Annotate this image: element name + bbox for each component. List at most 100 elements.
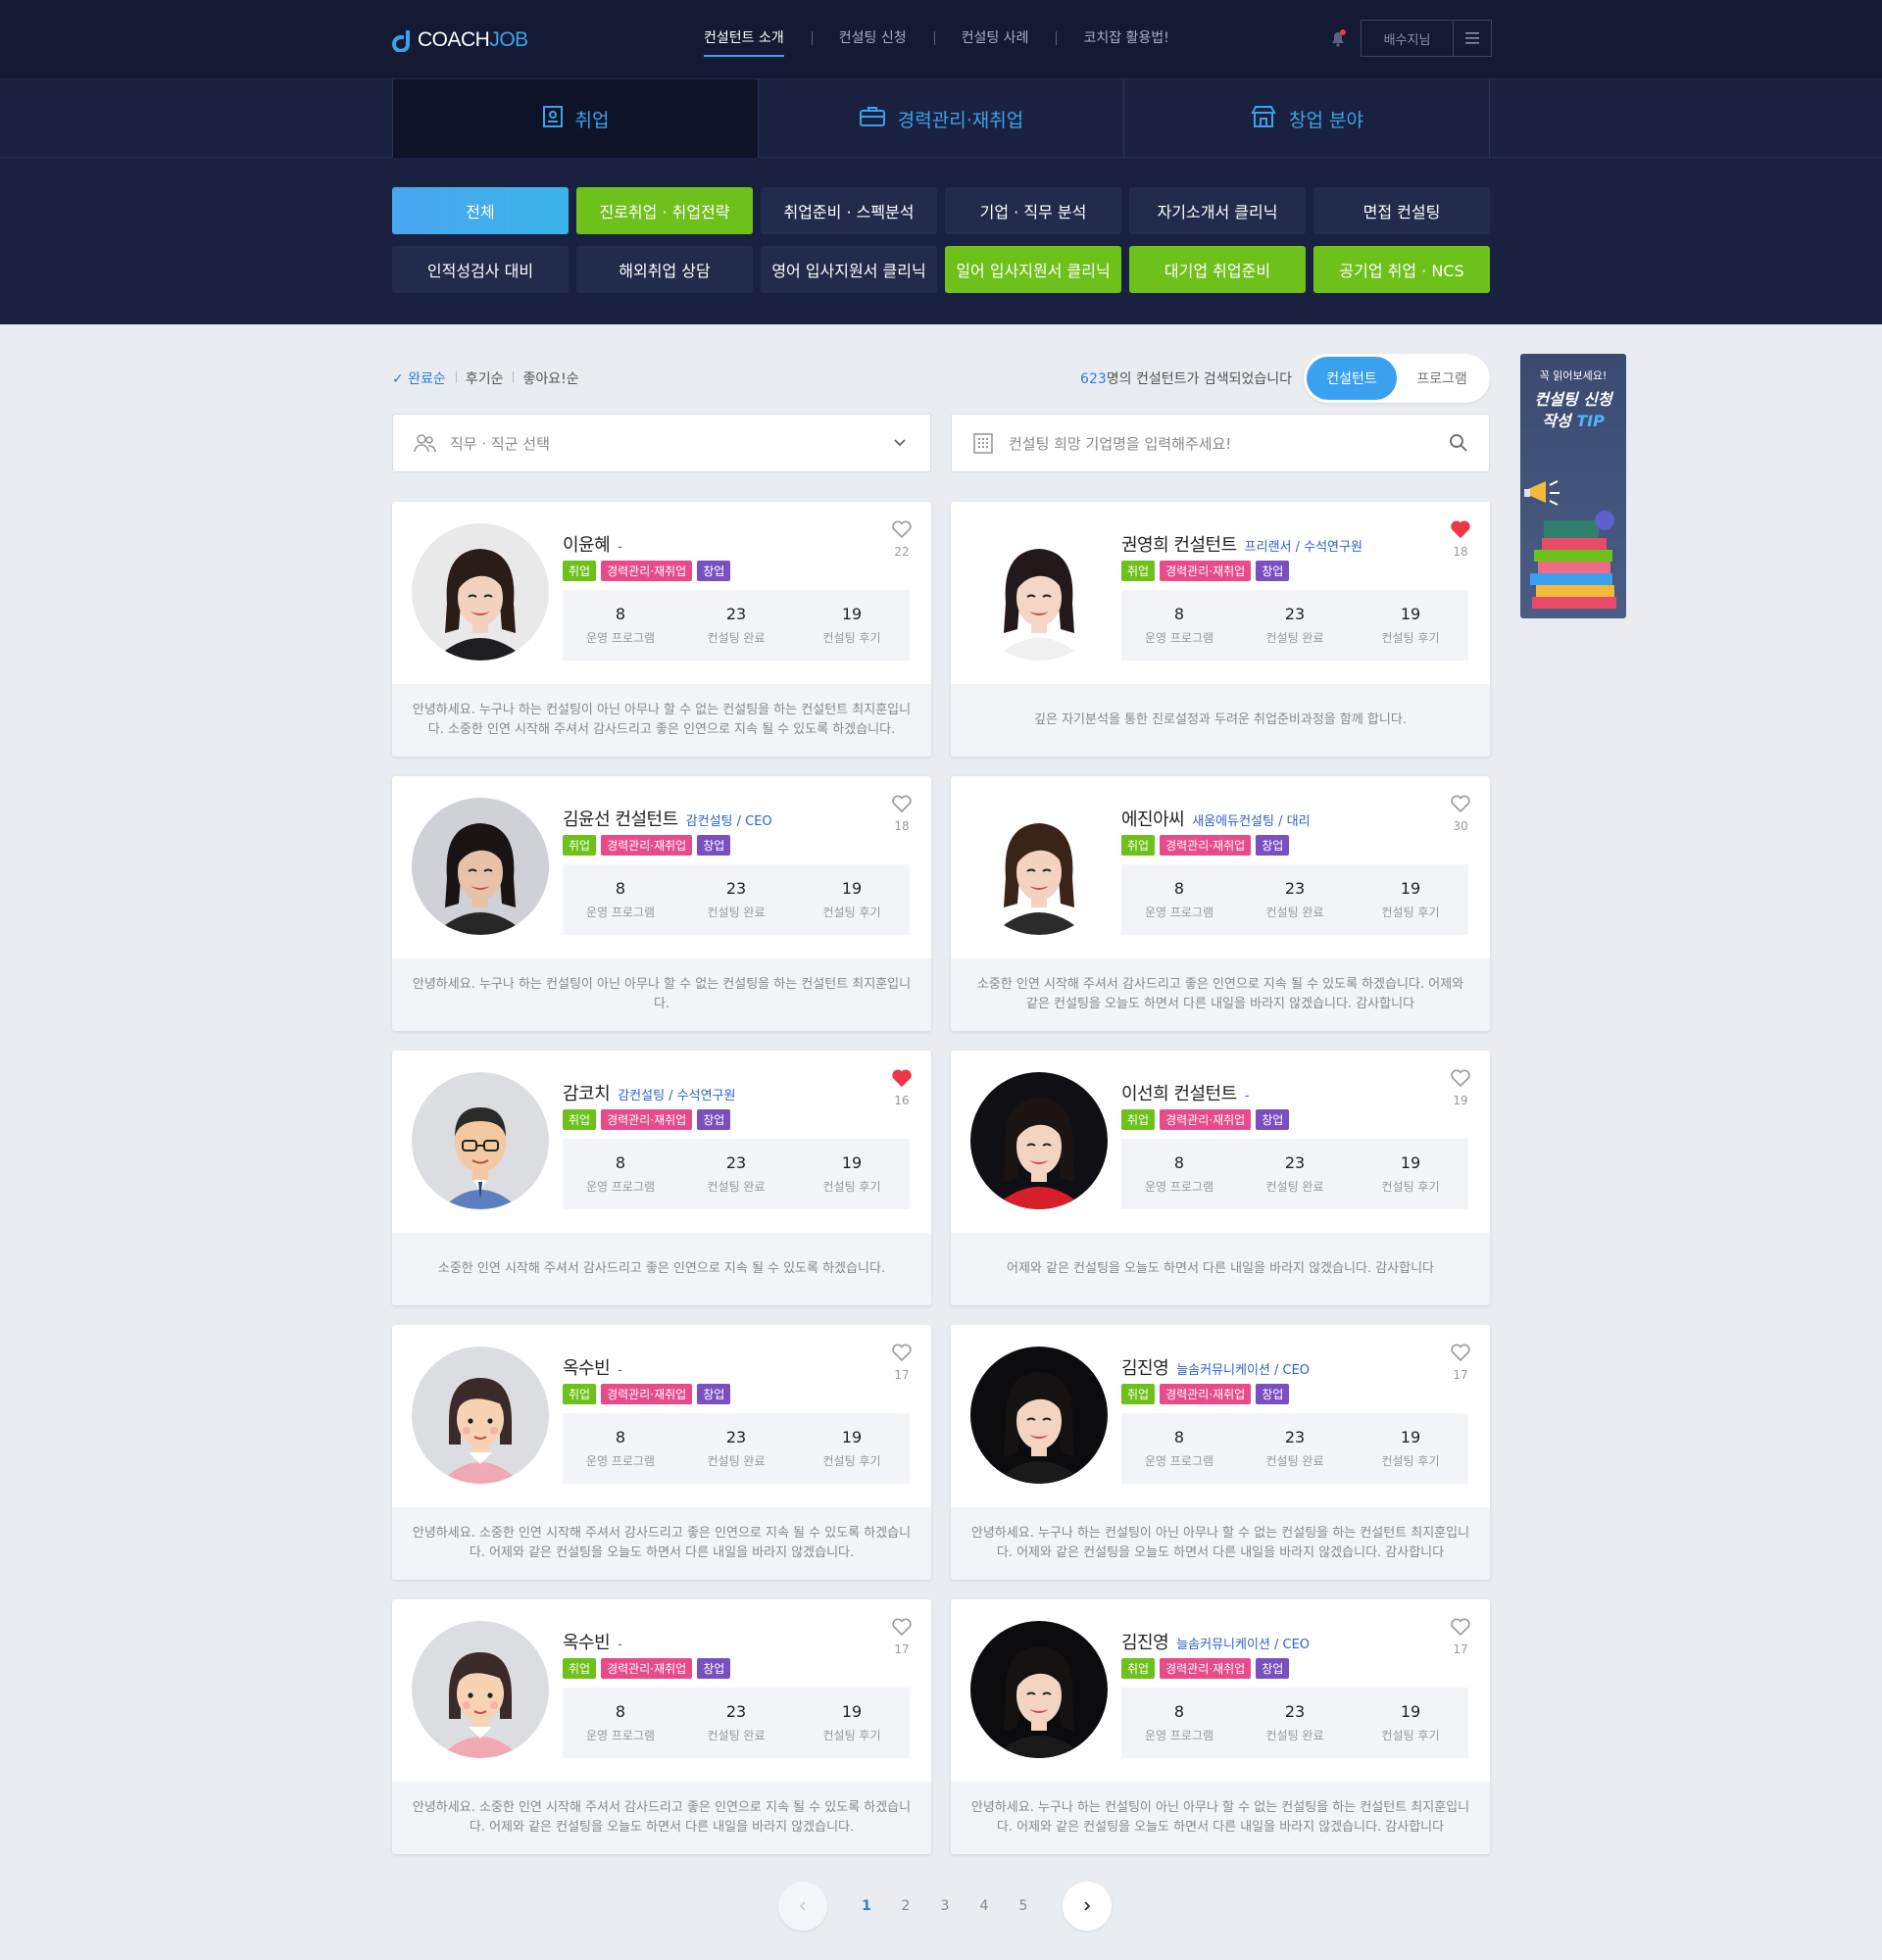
like-button[interactable]: 17 <box>890 1617 914 1656</box>
like-count: 22 <box>894 545 910 559</box>
consultant-card[interactable]: 김진영 늘솜커뮤니케이션 / CEO 취업 경력관리·재취업 창업 8 운영 프로그램 23 컨… <box>951 1325 1490 1580</box>
result-row: 623명의 컨설턴트가 검색되었습니다 컨설턴트 프로그램 <box>1068 353 1490 404</box>
stat-value: 19 <box>841 1153 863 1172</box>
stat: 8 운영 프로그램 <box>563 864 678 935</box>
tag-employment: 취업 <box>563 1109 597 1130</box>
stat: 19 컨설팅 후기 <box>1353 864 1468 935</box>
like-button[interactable]: 17 <box>1449 1343 1472 1382</box>
filter-chip[interactable]: 전체 <box>392 187 569 234</box>
consultant-description: 소중한 인연 시작해 주셔서 감사드리고 좋은 인연으로 지속 될 수 있도록 … <box>951 958 1490 1031</box>
next-page-button[interactable] <box>1063 1882 1112 1931</box>
like-button[interactable]: 17 <box>1449 1617 1472 1656</box>
like-button[interactable]: 22 <box>890 519 914 559</box>
like-button[interactable]: 18 <box>890 794 914 833</box>
consultant-card[interactable]: 이선희 컨설턴트 - 취업 경력관리·재취업 창업 8 운영 프로그램 23 컨설팅 완료 19 컨… <box>951 1051 1490 1305</box>
consultant-card[interactable]: 김진영 늘솜커뮤니케이션 / CEO 취업 경력관리·재취업 창업 8 운영 프로그램 23 컨… <box>951 1599 1490 1854</box>
consultant-card[interactable]: 옥수빈 - 취업 경력관리·재취업 창업 8 운영 프로그램 23 컨설팅 완료 19 컨설팅 후기… <box>392 1325 931 1580</box>
page-number[interactable]: 4 <box>965 1898 1004 1914</box>
stat-value: 19 <box>1400 605 1421 623</box>
consultant-card[interactable]: 감코치 감컨설팅 / 수석연구원 취업 경력관리·재취업 창업 8 운영 프로그램 23 컨설팅… <box>392 1051 931 1305</box>
nav-item-guide[interactable]: 코치잡 활용법! <box>1056 27 1196 47</box>
tag-list: 취업 경력관리·재취업 창업 <box>563 1658 731 1679</box>
top-header: COACHJOB 컨설턴트 소개 컨설팅 신청 컨설팅 사례 코치잡 활용법! … <box>0 0 1882 79</box>
side-banner[interactable]: 꼭 읽어보세요! 컨설팅 신청 작성 TIP <box>1520 354 1626 618</box>
sort-reviews[interactable]: 후기순 <box>455 368 514 388</box>
tag-list: 취업 경력관리·재취업 창업 <box>563 1109 731 1130</box>
prev-page-button[interactable] <box>778 1882 827 1931</box>
page-number[interactable]: 5 <box>1004 1898 1043 1914</box>
stat-label: 컨설팅 완료 <box>1265 1729 1324 1742</box>
like-button[interactable]: 19 <box>1449 1068 1472 1107</box>
bell-icon[interactable] <box>1323 24 1353 53</box>
job-select[interactable]: 직무 · 직군 선택 <box>392 414 931 472</box>
consultant-org: - <box>1244 1089 1250 1103</box>
consultant-org: - <box>618 540 622 555</box>
filter-chip[interactable]: 대기업 취업준비 <box>1129 246 1306 293</box>
like-button[interactable]: 18 <box>1449 519 1472 559</box>
sort-completed[interactable]: ✓ 완료순 <box>392 368 456 388</box>
company-search[interactable]: 컨설팅 희망 기업명을 입력해주세요! <box>951 414 1490 472</box>
nav-item-cases[interactable]: 컨설팅 사례 <box>933 27 1057 47</box>
stats-box: 8 운영 프로그램 23 컨설팅 완료 19 컨설팅 후기 <box>563 590 910 661</box>
tab-employment[interactable]: 취업 <box>393 79 759 158</box>
consultant-description: 소중한 인연 시작해 주셔서 감사드리고 좋은 인연으로 지속 될 수 있도록 … <box>392 1233 931 1305</box>
consultant-card[interactable]: 옥수빈 - 취업 경력관리·재취업 창업 8 운영 프로그램 23 컨설팅 완료 19 컨설팅 후기… <box>392 1599 931 1854</box>
avatar <box>970 1621 1108 1758</box>
filter-chip[interactable]: 취업준비 · 스펙분석 <box>761 187 937 234</box>
stat-label: 운영 프로그램 <box>585 906 656 919</box>
filter-chip[interactable]: 인적성검사 대비 <box>392 246 569 293</box>
consultant-card[interactable]: 김윤선 컨설턴트 감컨설팅 / CEO 취업 경력관리·재취업 창업 8 운영 프로그램 23… <box>392 776 931 1031</box>
hamburger-menu-icon[interactable] <box>1454 21 1491 56</box>
name-row: 김진영 늘솜커뮤니케이션 / CEO <box>1121 1354 1310 1380</box>
store-icon <box>1250 105 1277 133</box>
filter-chip[interactable]: 면접 컨설팅 <box>1313 187 1490 234</box>
consultant-org: 감컨설팅 / 수석연구원 <box>618 1089 736 1103</box>
stat-value: 8 <box>1173 1702 1185 1721</box>
filter-chip[interactable]: 자기소개서 클리닉 <box>1129 187 1306 234</box>
user-name[interactable]: 배수지님 <box>1362 21 1454 56</box>
tab-career[interactable]: 경력관리·재취업 <box>759 79 1124 158</box>
tag-career: 경력관리·재취업 <box>601 561 693 581</box>
consultant-name: 옥수빈 <box>563 1358 611 1379</box>
search-icon[interactable] <box>1448 432 1469 454</box>
consultant-name: 감코치 <box>563 1084 611 1104</box>
consultant-org: - <box>618 1363 622 1378</box>
page-number[interactable]: 2 <box>886 1898 925 1914</box>
like-button[interactable]: 17 <box>890 1343 914 1382</box>
tag-employment: 취업 <box>563 1384 597 1404</box>
sort-likes[interactable]: 좋아요!순 <box>513 368 588 388</box>
page-number[interactable]: 3 <box>925 1898 965 1914</box>
consultant-card[interactable]: 이윤혜 - 취업 경력관리·재취업 창업 8 운영 프로그램 23 컨설팅 완료 19 컨설팅 후기… <box>392 502 931 757</box>
tab-startup[interactable]: 창업 분야 <box>1124 79 1490 158</box>
tag-list: 취업 경력관리·재취업 창업 <box>1121 1658 1290 1679</box>
tag-startup: 창업 <box>697 1658 731 1679</box>
stat: 8 운영 프로그램 <box>563 590 678 661</box>
nav-item-consultants[interactable]: 컨설턴트 소개 <box>676 27 812 57</box>
filter-chip[interactable]: 기업 · 직무 분석 <box>945 187 1121 234</box>
building-icon <box>971 431 995 455</box>
like-button[interactable]: 30 <box>1449 794 1472 833</box>
nav-item-apply[interactable]: 컨설팅 신청 <box>811 27 934 47</box>
consultant-description: 안녕하세요. 소중한 인연 시작해 주셔서 감사드리고 좋은 인연으로 지속 될… <box>392 1507 931 1580</box>
consultant-description: 안녕하세요. 누구나 하는 컨설팅이 아닌 아무나 할 수 없는 컨설팅을 하는… <box>392 684 931 757</box>
tag-employment: 취업 <box>563 561 597 581</box>
heart-icon <box>891 1617 913 1641</box>
filter-chip[interactable]: 진로취업 · 취업전략 <box>576 187 753 234</box>
like-count: 17 <box>894 1642 910 1656</box>
filter-chip[interactable]: 영어 입사지원서 클리닉 <box>761 246 937 293</box>
logo[interactable]: COACHJOB <box>392 25 528 55</box>
like-button[interactable]: 16 <box>890 1068 914 1107</box>
stat-label: 컨설팅 후기 <box>822 631 881 645</box>
stat-label: 운영 프로그램 <box>585 1454 656 1468</box>
toggle-program[interactable]: 프로그램 <box>1397 357 1487 400</box>
filter-chip[interactable]: 일어 입사지원서 클리닉 <box>945 246 1121 293</box>
consultant-name: 김윤선 컨설턴트 <box>563 809 678 830</box>
toggle-consultant[interactable]: 컨설턴트 <box>1307 357 1397 400</box>
stat-label: 컨설팅 후기 <box>1381 906 1440 919</box>
consultant-card[interactable]: 권영희 컨설턴트 프리랜서 / 수석연구원 취업 경력관리·재취업 창업 8 운영 프로그램… <box>951 502 1490 757</box>
page-number[interactable]: 1 <box>847 1898 886 1914</box>
consultant-card[interactable]: 에진아씨 새움에듀컨설팅 / 대리 취업 경력관리·재취업 창업 8 운영 프로그램 23 컨설… <box>951 776 1490 1031</box>
filter-chip[interactable]: 해외취업 상담 <box>576 246 753 293</box>
filter-chip[interactable]: 공기업 취업 · NCS <box>1313 246 1490 293</box>
tag-career: 경력관리·재취업 <box>1160 835 1252 856</box>
